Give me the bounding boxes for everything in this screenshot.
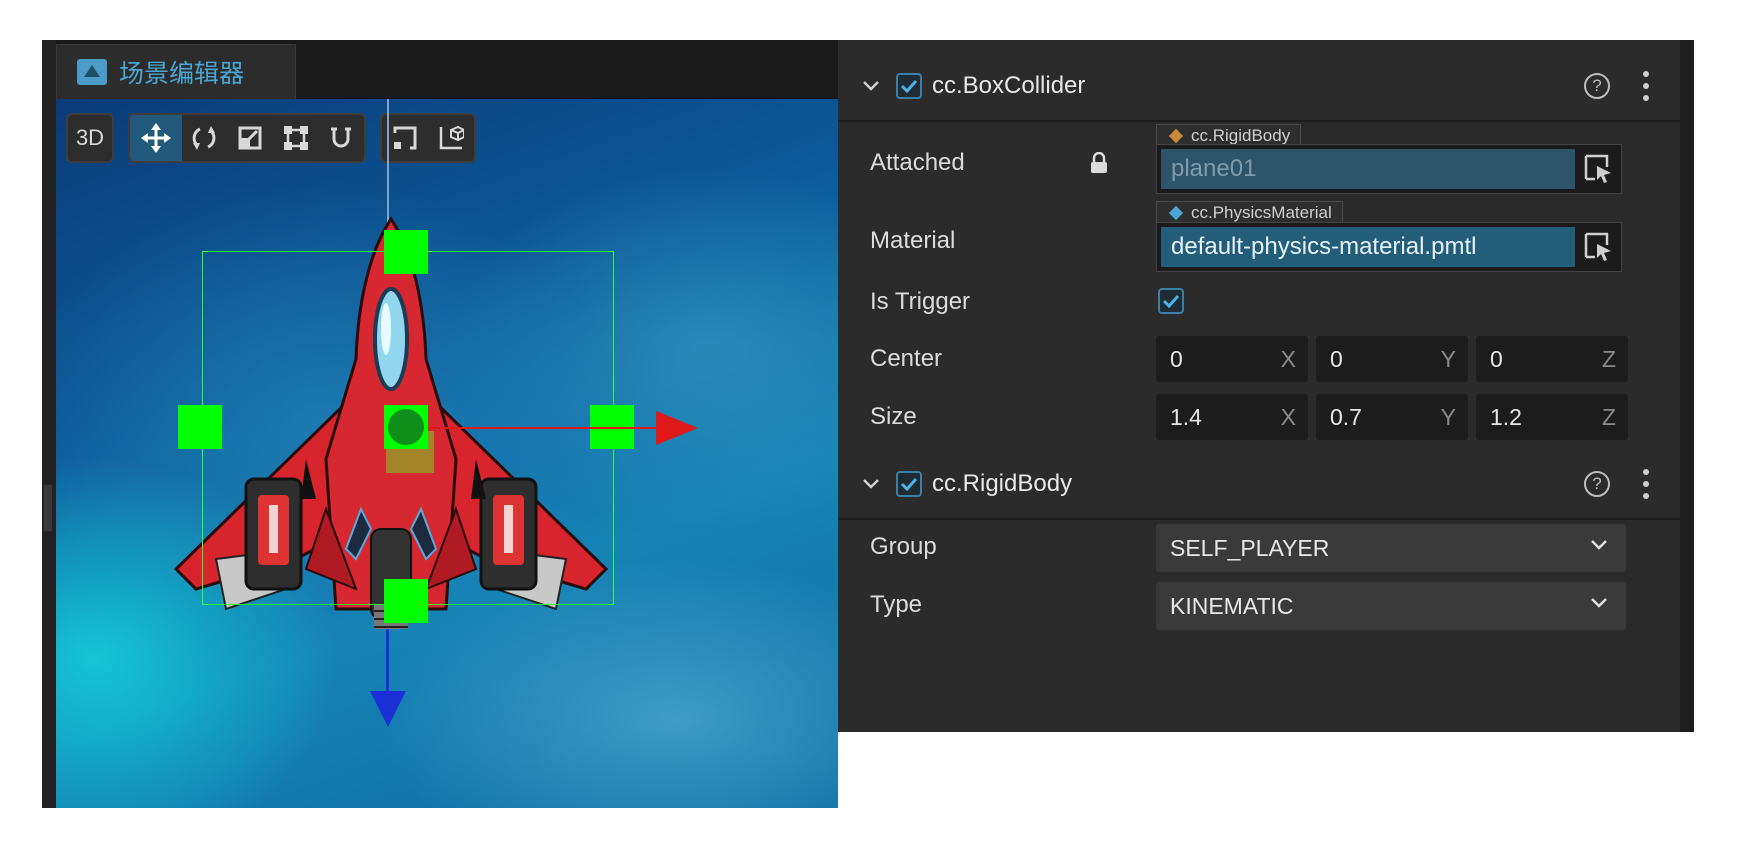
scene-editor-panel: 场景编辑器 3D <box>42 40 838 808</box>
scene-editor-icon <box>77 59 107 85</box>
help-icon[interactable]: ? <box>1584 471 1610 497</box>
y-axis-arrow-handle[interactable] <box>368 689 408 729</box>
scene-tab-bar: 场景编辑器 <box>56 40 838 99</box>
checkmark-icon <box>900 477 918 491</box>
rotate-tool-button[interactable] <box>182 115 228 161</box>
tab-scene-editor[interactable]: 场景编辑器 <box>56 44 296 99</box>
axis-x-label: X <box>1280 346 1296 372</box>
group-value: SELF_PLAYER <box>1170 535 1330 561</box>
chevron-down-icon <box>1591 540 1607 550</box>
lock-icon <box>1091 152 1107 173</box>
move-tool-button[interactable] <box>130 115 182 161</box>
size-x-value: 1.4 <box>1170 404 1202 430</box>
material-type-label: cc.PhysicsMaterial <box>1191 203 1332 222</box>
axis-x-label: X <box>1280 404 1296 430</box>
checkmark-icon <box>1162 294 1180 308</box>
size-y-field[interactable]: 0.7 Y <box>1316 394 1468 440</box>
attached-field[interactable]: plane01 <box>1156 144 1622 194</box>
help-icon[interactable]: ? <box>1584 73 1610 99</box>
is-trigger-checkbox[interactable] <box>1158 288 1184 314</box>
snap-magnet-icon <box>331 127 352 148</box>
group-label: Group <box>870 533 937 560</box>
local-global-tool-button[interactable] <box>428 115 474 161</box>
x-axis-arrow-handle[interactable] <box>654 409 700 447</box>
size-label: Size <box>870 403 917 430</box>
toolbar-3d-group: 3D <box>66 113 114 163</box>
pivot-center-handle[interactable] <box>388 409 424 445</box>
transform-toolbar <box>128 113 366 163</box>
scale-icon <box>238 126 262 150</box>
collider-handle-bottom[interactable] <box>384 579 428 623</box>
is-trigger-label: Is Trigger <box>870 288 971 315</box>
snap-tool-button[interactable] <box>318 115 364 161</box>
rect-tool-button[interactable] <box>273 115 319 161</box>
move-icon <box>140 123 171 153</box>
material-field[interactable]: default-physics-material.pmtl <box>1156 222 1622 272</box>
attached-label: Attached <box>870 149 965 176</box>
tab-label: 场景编辑器 <box>119 60 245 88</box>
component-title: cc.RigidBody <box>932 470 1073 497</box>
size-z-field[interactable]: 1.2 Z <box>1476 394 1628 440</box>
panel-side-edge <box>42 40 57 808</box>
scene-viewport[interactable]: 3D <box>56 99 838 808</box>
center-x-field[interactable]: 0 X <box>1156 336 1308 382</box>
asset-type-icon <box>1168 205 1184 221</box>
local-coordinate-icon <box>439 125 464 150</box>
center-x-value: 0 <box>1170 346 1183 372</box>
inspector-scrollbar[interactable] <box>1680 40 1694 732</box>
center-y-value: 0 <box>1330 346 1343 372</box>
material-value: default-physics-material.pmtl <box>1161 227 1575 267</box>
type-select[interactable]: KINEMATIC <box>1156 582 1626 630</box>
toggle-3d-button[interactable]: 3D <box>68 115 112 161</box>
chevron-down-icon <box>1591 598 1607 608</box>
checkmark-icon <box>900 79 918 93</box>
center-z-value: 0 <box>1490 346 1503 372</box>
type-value: KINEMATIC <box>1170 593 1294 619</box>
material-type-tag: cc.PhysicsMaterial <box>1156 201 1343 224</box>
center-y-field[interactable]: 0 Y <box>1316 336 1468 382</box>
rotate-icon <box>193 126 216 150</box>
pivot-icon <box>393 126 417 150</box>
center-label: Center <box>870 345 943 372</box>
size-y-value: 0.7 <box>1330 404 1362 430</box>
axis-z-label: Z <box>1601 346 1616 372</box>
collider-handle-top[interactable] <box>384 230 428 274</box>
more-menu-icon[interactable] <box>1642 71 1650 101</box>
axis-z-label: Z <box>1601 404 1616 430</box>
type-label: Type <box>870 591 923 618</box>
axis-y-label: Y <box>1440 404 1456 430</box>
rigid-body-header[interactable]: cc.RigidBody ? <box>838 450 1680 520</box>
attached-type-label: cc.RigidBody <box>1191 126 1291 145</box>
more-menu-icon[interactable] <box>1642 469 1650 499</box>
group-select[interactable]: SELF_PLAYER <box>1156 524 1626 572</box>
size-z-value: 1.2 <box>1490 404 1522 430</box>
collapse-chevron-icon[interactable] <box>860 473 882 495</box>
collapse-chevron-icon[interactable] <box>860 75 882 97</box>
collider-handle-left[interactable] <box>178 405 222 449</box>
resize-handle[interactable] <box>44 485 52 531</box>
material-label: Material <box>870 227 956 254</box>
box-collider-header[interactable]: cc.BoxCollider ? <box>838 52 1680 122</box>
pick-target-icon[interactable] <box>1583 231 1613 261</box>
rect-icon <box>283 126 308 150</box>
attached-value: plane01 <box>1161 149 1575 189</box>
inspector-panel: cc.BoxCollider ? Attached cc.RigidBody p… <box>838 40 1694 732</box>
component-type-icon <box>1168 128 1184 144</box>
pick-target-icon[interactable] <box>1583 153 1613 183</box>
x-axis-line <box>408 427 658 429</box>
size-x-field[interactable]: 1.4 X <box>1156 394 1308 440</box>
rigid-body-enabled-checkbox[interactable] <box>896 471 922 497</box>
view-toolbar <box>380 113 476 163</box>
component-title: cc.BoxCollider <box>932 72 1086 99</box>
scale-tool-button[interactable] <box>227 115 273 161</box>
axis-y-label: Y <box>1440 346 1456 372</box>
center-z-field[interactable]: 0 Z <box>1476 336 1628 382</box>
box-collider-enabled-checkbox[interactable] <box>896 73 922 99</box>
